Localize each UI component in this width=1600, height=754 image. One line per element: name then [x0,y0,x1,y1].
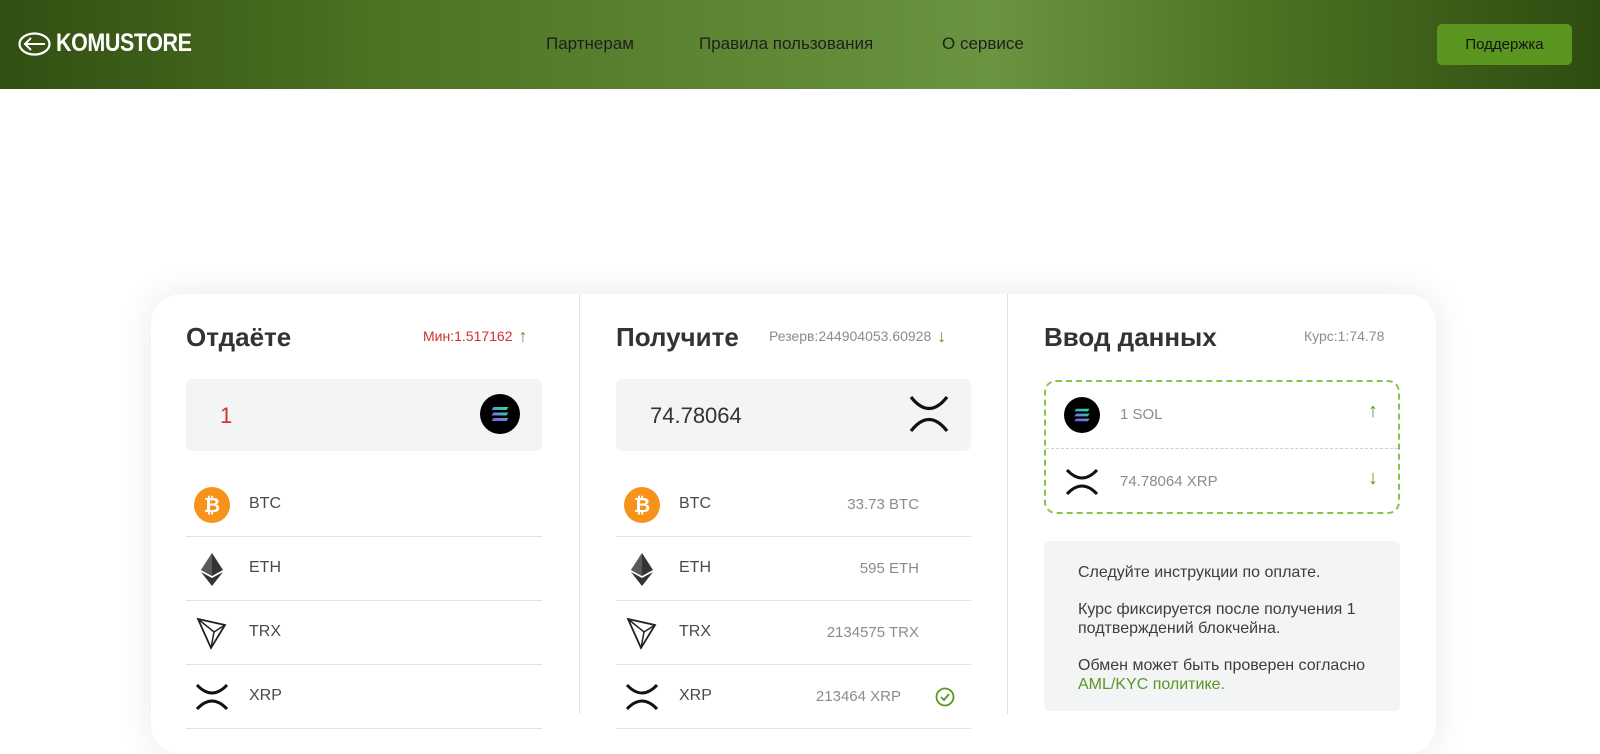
coin-reserve: 33.73 BTC [847,496,919,513]
exchange-summary: 1 SOL ↑ 74.78064 XRP ↓ [1044,380,1400,514]
instructions-panel: Следуйте инструкции по оплате. Курс фикс… [1044,541,1400,711]
bitcoin-icon: ₿ [194,487,230,523]
give-amount-value[interactable]: 1 [220,403,232,429]
rate: Курс:1:74.78 [1304,328,1384,344]
instruction-text: Обмен может быть проверен согласно AML/K… [1078,656,1378,694]
receive-amount-value[interactable]: 74.78064 [650,403,742,429]
coin-reserve: 595 ETH [859,560,919,577]
support-button[interactable]: Поддержка [1437,24,1572,65]
aml-kyc-policy-link[interactable]: AML/KYC политике. [1078,676,1225,693]
receive-coin-row[interactable]: TRX 2134575 TRX [616,601,971,665]
summary-receive-row: 74.78064 XRP ↓ [1046,449,1398,514]
xrp-icon [195,683,229,711]
rate-label: Курс:1:74.78 [1304,328,1385,344]
reserve-label: Резерв:244904053.60928 [769,328,932,344]
coin-symbol: XRP [249,687,282,704]
coin-symbol: BTC [249,495,281,512]
xrp-icon [909,395,949,433]
give-amount-field[interactable]: 1 [186,379,542,451]
xrp-icon [1065,468,1099,496]
nav-about[interactable]: О сервисе [942,34,1024,54]
give-coin-row[interactable]: ₿ BTC [186,473,542,537]
summary-give-text: 1 SOL [1120,406,1163,423]
coin-symbol: BTC [679,495,711,512]
check-circle-icon [935,687,955,707]
column-divider [579,294,580,714]
tron-icon [626,617,657,650]
xrp-icon [625,683,659,711]
site-header: KOMUSTORE Партнерам Правила пользования … [0,0,1600,89]
coin-symbol: TRX [249,623,281,640]
nav-rules[interactable]: Правила пользования [699,34,873,54]
summary-receive-text: 74.78064 XRP [1120,473,1218,490]
svg-text:₿: ₿ [634,493,650,517]
solana-icon [1064,397,1100,433]
give-coin-row[interactable]: ETH [186,537,542,601]
arrow-down-icon: ↓ [937,326,947,346]
ethereum-icon [631,553,653,586]
tron-icon [196,617,227,650]
coin-symbol: TRX [679,623,711,640]
coin-symbol: ETH [249,559,281,576]
arrow-up-icon: ↑ [518,326,528,346]
coin-reserve: 2134575 TRX [826,624,919,641]
give-title: Отдаёте [186,322,292,352]
brand-name: KOMUSTORE [56,29,192,57]
bitcoin-icon: ₿ [624,487,660,523]
exchange-logo-icon [18,31,51,56]
logo[interactable]: KOMUSTORE [18,29,214,58]
ethereum-icon [201,553,223,586]
arrow-down-icon: ↓ [1368,467,1378,489]
receive-coin-row[interactable]: ETH 595 ETH [616,537,971,601]
data-entry-title: Ввод данных [1044,322,1217,352]
receive-coin-row[interactable]: XRP 213464 XRP [616,665,971,729]
svg-text:₿: ₿ [204,493,220,517]
instruction-text: Следуйте инструкции по оплате. [1078,564,1321,581]
summary-give-row: 1 SOL ↑ [1046,382,1398,447]
aml-text: Обмен может быть проверен согласно [1078,657,1366,674]
give-coin-row[interactable]: XRP [186,665,542,729]
instruction-text: Курс фиксируется после получения 1 подтв… [1078,601,1356,637]
receive-amount-field[interactable]: 74.78064 [616,379,971,451]
column-divider [1007,294,1008,714]
give-coin-row[interactable]: TRX [186,601,542,665]
nav-partners[interactable]: Партнерам [546,34,634,54]
reserve-amount: Резерв:244904053.60928 ↓ [769,326,947,346]
receive-title: Получите [616,322,739,352]
coin-symbol: ETH [679,559,711,576]
solana-icon [480,394,520,434]
coin-symbol: XRP [679,687,712,704]
min-amount: Мин:1.517162 ↑ [423,326,528,346]
arrow-up-icon: ↑ [1368,400,1378,422]
min-amount-label: Мин:1.517162 [423,328,513,344]
receive-coin-row[interactable]: ₿ BTC 33.73 BTC [616,473,971,537]
